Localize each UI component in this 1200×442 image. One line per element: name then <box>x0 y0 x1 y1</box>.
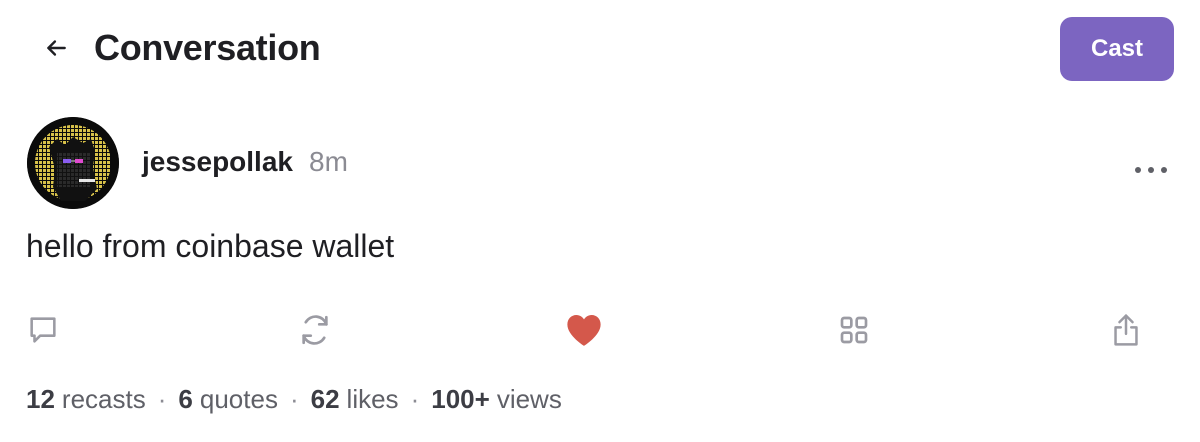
views-stat: 100+ views <box>431 382 562 416</box>
likes-stat[interactable]: 62 likes <box>311 382 399 416</box>
conversation-page: Conversation Cast jessepollak 8m hello f… <box>0 0 1200 442</box>
share-button[interactable] <box>1102 306 1150 354</box>
separator: · <box>289 384 299 414</box>
quotes-label: quotes <box>199 384 278 414</box>
cast-stats: 12 recasts · 6 quotes · 62 likes · 100+ … <box>26 382 562 416</box>
reply-button[interactable] <box>19 306 67 354</box>
cast-text: hello from coinbase wallet <box>26 228 395 264</box>
recasts-label: recasts <box>61 384 146 414</box>
likes-label: likes <box>346 384 399 414</box>
cast-timestamp[interactable]: 8m <box>309 145 348 179</box>
recasts-count: 12 <box>26 384 55 414</box>
separator: · <box>157 384 167 414</box>
recast-icon <box>302 315 328 345</box>
avatar[interactable] <box>27 117 119 209</box>
apps-button[interactable] <box>830 306 878 354</box>
like-button[interactable] <box>560 306 608 354</box>
back-button[interactable] <box>38 30 74 66</box>
quotes-stat[interactable]: 6 quotes <box>178 382 278 416</box>
grid-icon <box>840 316 868 344</box>
share-icon <box>1114 314 1138 346</box>
cast-button[interactable]: Cast <box>1060 17 1174 81</box>
author-username[interactable]: jessepollak <box>142 145 293 179</box>
arrow-left-icon <box>47 40 66 56</box>
likes-count: 62 <box>310 384 340 414</box>
separator: · <box>410 384 420 414</box>
recasts-stat[interactable]: 12 recasts <box>26 382 146 416</box>
views-label: views <box>496 384 562 414</box>
more-options-button[interactable] <box>1130 155 1172 185</box>
heart-icon <box>567 314 601 346</box>
views-count: 100+ <box>431 384 490 414</box>
quotes-count: 6 <box>178 384 193 414</box>
more-horizontal-icon <box>1135 167 1167 173</box>
comment-icon <box>30 317 56 343</box>
recast-button[interactable] <box>291 306 339 354</box>
page-title: Conversation <box>94 27 321 68</box>
